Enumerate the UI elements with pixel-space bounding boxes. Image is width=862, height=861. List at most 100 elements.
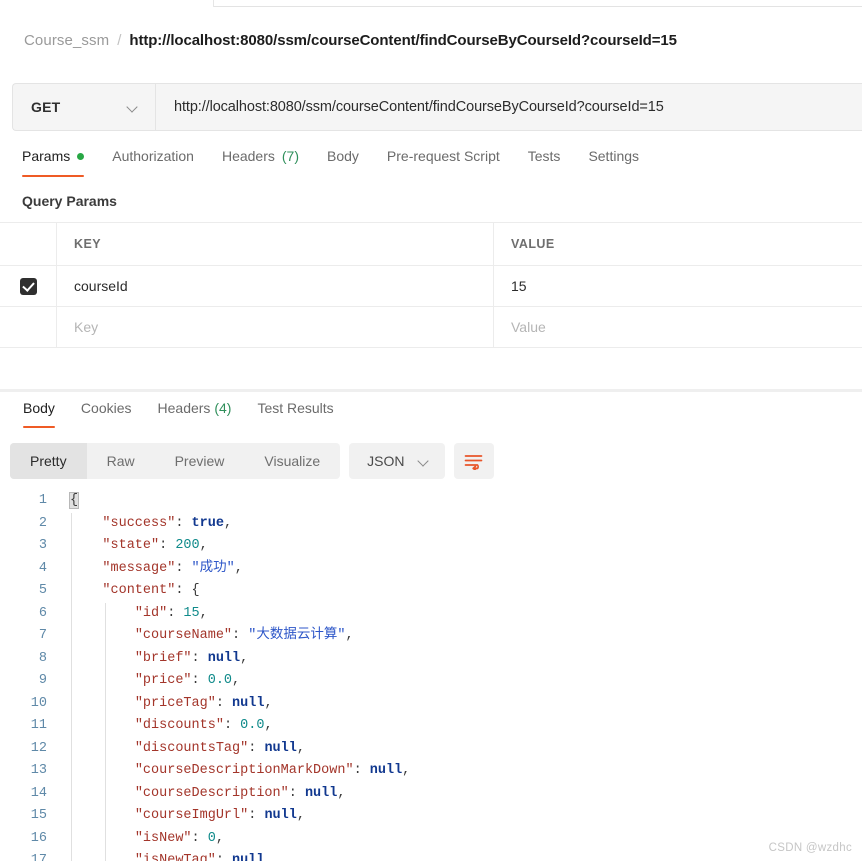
http-method-dropdown[interactable]: GET <box>13 84 156 130</box>
param-value-input[interactable]: 15 <box>494 266 862 306</box>
token-key: "courseImgUrl" <box>134 808 249 823</box>
token-key: "isNew" <box>134 830 192 846</box>
tab-tests[interactable]: Tests <box>514 145 575 177</box>
indent-guide <box>71 692 72 715</box>
view-mode-pretty[interactable]: Pretty <box>10 443 87 479</box>
tab-headers[interactable]: Headers (7) <box>208 145 313 177</box>
param-key-input[interactable]: Key <box>57 307 494 347</box>
breadcrumb-request-name[interactable]: http://localhost:8080/ssm/courseContent/… <box>129 32 677 49</box>
view-mode-raw[interactable]: Raw <box>87 443 155 479</box>
token-key: "discounts" <box>134 718 224 733</box>
code-line: 8 "brief": null, <box>0 647 862 670</box>
token-num: 0.0 <box>240 718 265 733</box>
token-punc: : <box>167 605 184 621</box>
tab-params[interactable]: Params <box>22 145 98 177</box>
token-lit: null <box>264 740 297 756</box>
line-number: 16 <box>30 830 47 846</box>
code-line-content: "courseDescriptionMarkDown": null, <box>60 760 410 783</box>
code-line-content: "content": { <box>60 580 200 603</box>
indent-guide <box>71 737 72 760</box>
table-row: Key Value <box>0 307 862 348</box>
indent-guide <box>105 670 106 693</box>
code-line: 12 "discountsTag": null, <box>0 737 862 760</box>
response-body-viewer[interactable]: 1{2 "success": true, 3 "state": 200, 4 "me… <box>0 490 862 861</box>
tab-label: Pre-request Script <box>386 148 500 164</box>
token-punc: : <box>215 695 233 711</box>
indent-guide <box>71 670 72 693</box>
token-punc: , <box>264 695 273 711</box>
pane-splitter[interactable] <box>0 389 862 392</box>
indent-guide <box>71 827 72 850</box>
response-tab-cookies[interactable]: Cookies <box>68 396 145 428</box>
tab-label: Headers <box>221 148 275 164</box>
token-punc: { <box>191 583 200 598</box>
token-punc: : <box>175 560 192 576</box>
tab-settings[interactable]: Settings <box>574 145 653 177</box>
response-format-bar: Pretty Raw Preview Visualize JSON <box>10 443 494 479</box>
query-params-title: Query Params <box>22 193 117 209</box>
view-mode-preview[interactable]: Preview <box>155 443 245 479</box>
param-key-input[interactable]: courseId <box>57 266 494 306</box>
indent-guide <box>71 715 72 738</box>
indent-guide <box>105 827 106 850</box>
url-input[interactable]: http://localhost:8080/ssm/courseContent/… <box>156 84 862 130</box>
column-header-key: KEY <box>57 223 494 265</box>
token-str: "成功" <box>191 560 235 576</box>
chevron-down-icon <box>419 456 430 467</box>
row-checkbox-cell <box>0 307 57 347</box>
language-dropdown[interactable]: JSON <box>349 443 445 479</box>
line-number: 1 <box>38 493 47 508</box>
code-line-content: "id": 15, <box>60 602 208 625</box>
view-mode-visualize[interactable]: Visualize <box>244 443 340 479</box>
param-enabled-checkbox[interactable] <box>19 277 37 295</box>
line-number: 13 <box>30 763 47 778</box>
token-punc: : <box>175 583 192 598</box>
response-tab-body[interactable]: Body <box>10 396 68 428</box>
tab-label: Settings <box>588 148 640 164</box>
token-key: "brief" <box>134 650 192 666</box>
code-line: 3 "state": 200, <box>0 535 862 558</box>
tab-strip-remnant <box>0 0 862 7</box>
tab-pre-request-script[interactable]: Pre-request Script <box>373 145 514 177</box>
code-line-content: "discounts": 0.0, <box>60 715 273 738</box>
chevron-down-icon <box>128 102 139 113</box>
token-punc: : <box>159 538 176 553</box>
wrap-lines-button[interactable] <box>453 443 494 479</box>
indent-guide <box>71 535 72 558</box>
token-punc: , <box>240 650 249 666</box>
line-number: 7 <box>38 628 47 643</box>
tab-body[interactable]: Body <box>313 145 373 177</box>
param-value-input[interactable]: Value <box>494 307 862 347</box>
line-number: 3 <box>38 538 47 553</box>
response-tab-headers[interactable]: Headers (4) <box>145 396 245 428</box>
code-line-content: "isNew": 0, <box>60 827 224 850</box>
indent-guide <box>105 602 106 625</box>
code-line: 2 "success": true, <box>0 512 862 535</box>
breadcrumb-collection[interactable]: Course_ssm <box>24 32 109 49</box>
code-line: 13 "courseDescriptionMarkDown": null, <box>0 760 862 783</box>
token-punc: : <box>175 515 192 531</box>
code-line: 11 "discounts": 0.0, <box>0 715 862 738</box>
tab-authorization[interactable]: Authorization <box>98 145 208 177</box>
response-tab-test-results[interactable]: Test Results <box>244 396 346 428</box>
code-line-content: "courseImgUrl": null, <box>60 805 305 828</box>
code-line-content: "discountsTag": null, <box>60 737 305 760</box>
code-line: 5 "content": { <box>0 580 862 603</box>
http-method-label: GET <box>31 99 61 115</box>
code-line: 16 "isNew": 0, <box>0 827 862 850</box>
indent-guide <box>71 625 72 648</box>
token-key: "id" <box>134 605 168 621</box>
token-punc: , <box>264 853 273 861</box>
token-punc: : <box>248 808 265 823</box>
language-label: JSON <box>367 453 405 469</box>
request-url-bar: GET http://localhost:8080/ssm/courseCont… <box>12 83 862 131</box>
